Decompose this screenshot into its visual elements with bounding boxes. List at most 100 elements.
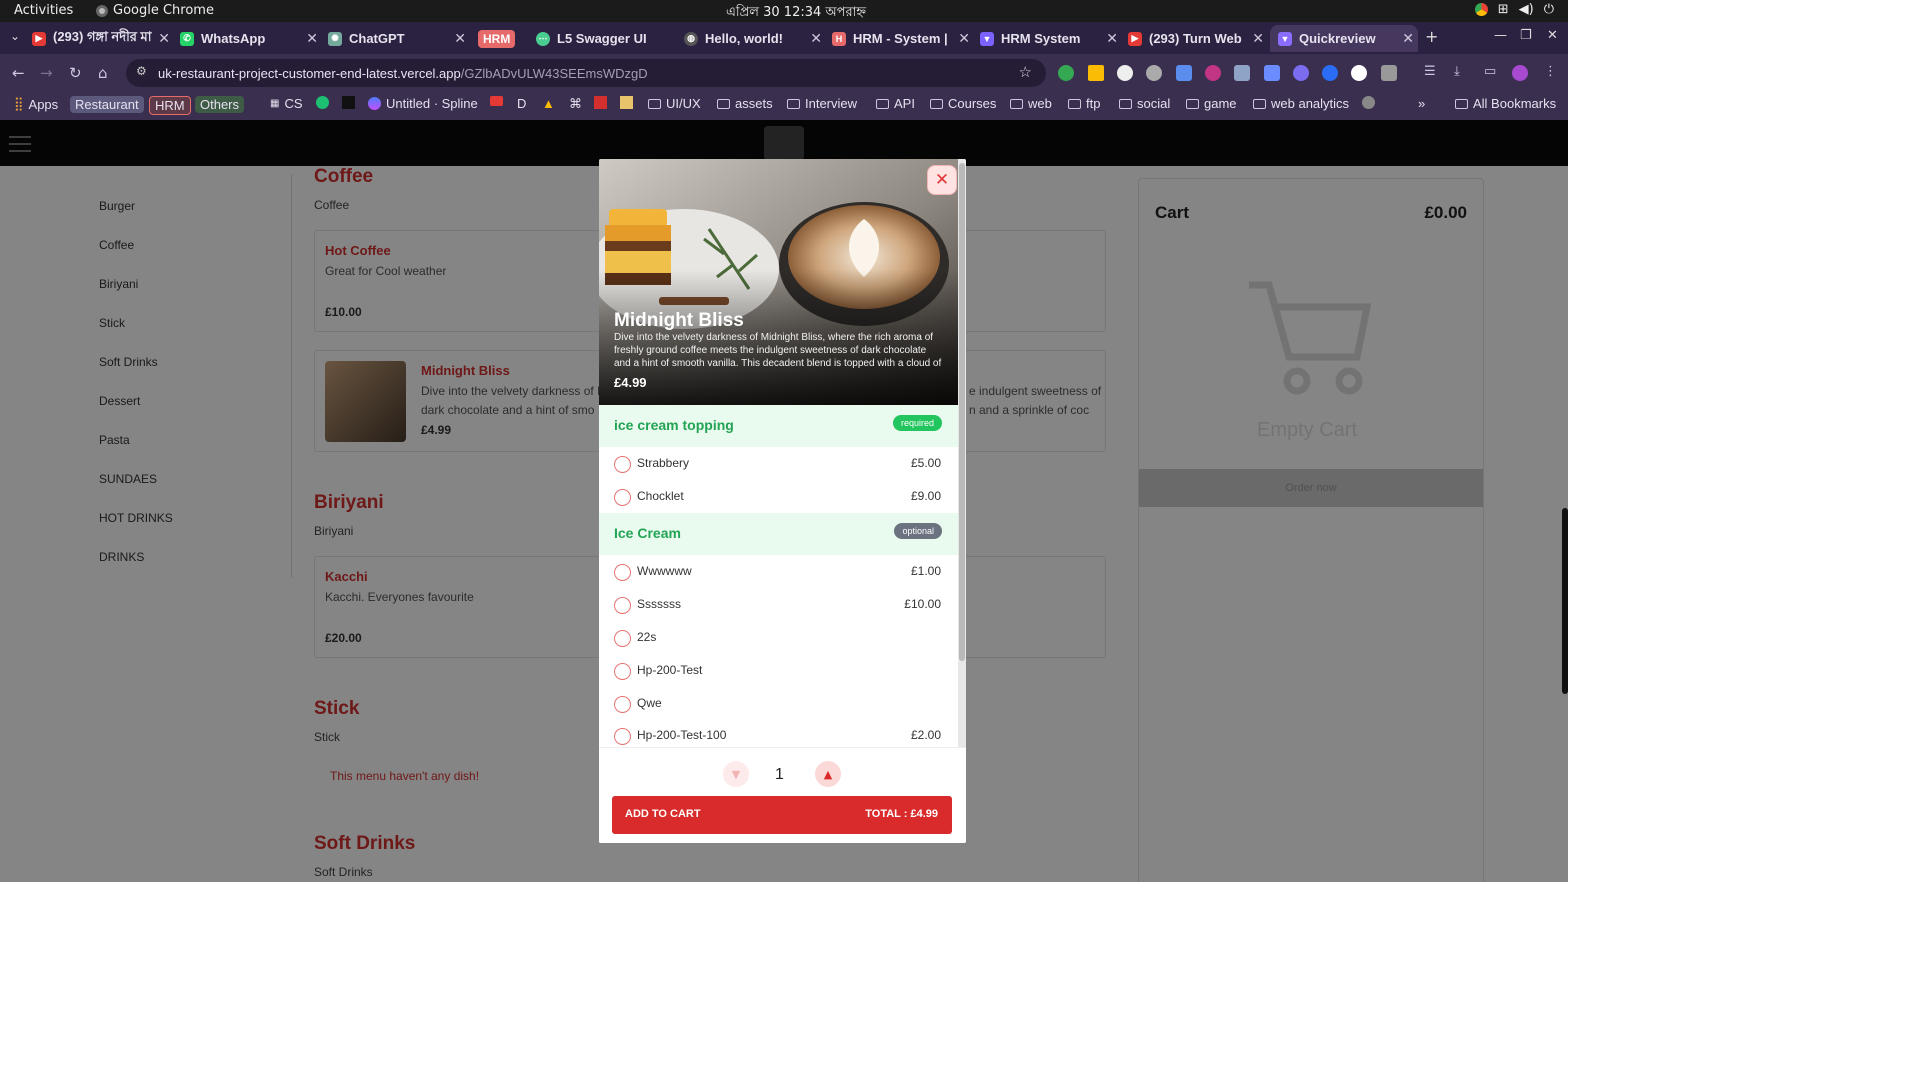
option-chocklet[interactable]: Chocklet £9.00: [599, 480, 958, 513]
bookmark-apps[interactable]: ⣿ Apps: [14, 96, 58, 112]
new-tab-button[interactable]: +: [1425, 27, 1438, 46]
bookmark-img[interactable]: [620, 96, 633, 109]
site-info-icon[interactable]: ⚙: [136, 64, 147, 78]
maximize-button[interactable]: ❐: [1520, 28, 1532, 43]
app-menu[interactable]: Google Chrome: [96, 3, 214, 18]
bookmark-d[interactable]: D: [517, 96, 526, 111]
bookmark-cs[interactable]: ▦ CS: [270, 96, 303, 111]
radio-button[interactable]: [614, 597, 631, 614]
tab-hrm-system-1[interactable]: H HRM - System | ✕: [832, 25, 974, 52]
bookmark-framer[interactable]: ⌘: [569, 96, 582, 112]
radio-button[interactable]: [614, 663, 631, 680]
tab-chatgpt[interactable]: ✺ ChatGPT ✕: [328, 25, 470, 52]
grammarly-icon[interactable]: [1058, 65, 1074, 81]
bookmark-drive[interactable]: ▲: [542, 96, 555, 111]
bookmark-star-icon[interactable]: ☆: [1019, 63, 1032, 81]
activities-button[interactable]: Activities: [14, 3, 73, 18]
close-icon[interactable]: ✕: [158, 30, 170, 47]
tab-hrm-system-2[interactable]: ▼ HRM System ✕: [980, 25, 1122, 52]
bookmark-spline[interactable]: Untitled · Spline: [368, 96, 478, 111]
option-22s[interactable]: 22s: [599, 621, 958, 654]
more-bookmarks-button[interactable]: »: [1418, 96, 1425, 111]
tab-hello-world[interactable]: ◍ Hello, world! ✕: [684, 25, 826, 52]
folder-interview[interactable]: Interview: [787, 96, 857, 111]
close-modal-button[interactable]: ✕: [927, 165, 957, 195]
extension-icon[interactable]: [1293, 65, 1309, 81]
extension-icon[interactable]: [1088, 65, 1104, 81]
close-icon[interactable]: ✕: [1252, 30, 1264, 47]
puzzle-icon[interactable]: [1381, 65, 1397, 81]
bookmark-red[interactable]: [594, 96, 607, 109]
extension-icon[interactable]: [1176, 65, 1192, 81]
option-hp-200-test[interactable]: Hp-200-Test: [599, 654, 958, 687]
tab-hrm-group[interactable]: HRM: [478, 25, 534, 52]
tab-search-icon[interactable]: ⌄: [10, 29, 20, 43]
tab-swagger[interactable]: ⋯ L5 Swagger UI: [536, 25, 678, 52]
bookmark-github[interactable]: [1362, 96, 1375, 109]
folder-web[interactable]: web: [1010, 96, 1052, 111]
increase-quantity-button[interactable]: ▲: [815, 761, 841, 787]
all-bookmarks[interactable]: All Bookmarks: [1455, 96, 1556, 111]
bookmark-others[interactable]: Others: [195, 96, 245, 113]
folder-game[interactable]: game: [1186, 96, 1237, 111]
folder-ftp[interactable]: ftp: [1068, 96, 1100, 111]
folder-uiux[interactable]: UI/UX: [648, 96, 701, 111]
clock[interactable]: এপ্রিল 30 12:34 অপরাহ্ন: [726, 3, 866, 24]
option-price: £9.00: [910, 489, 941, 503]
radio-button[interactable]: [614, 630, 631, 647]
menu-icon[interactable]: ⋮: [1544, 64, 1557, 79]
system-tray[interactable]: ⊞ ◀) ⏻: [1474, 2, 1554, 17]
shield-icon[interactable]: [1322, 65, 1338, 81]
tab-youtube-1[interactable]: ▶ (293) গঙ্গা নদীর মা ✕: [32, 25, 174, 52]
folder-api[interactable]: API: [876, 96, 915, 111]
bookmark-youtube[interactable]: [490, 96, 503, 106]
extension-icon[interactable]: [1234, 65, 1250, 81]
radio-button[interactable]: [614, 564, 631, 581]
home-button[interactable]: ⌂: [98, 64, 108, 82]
extension-icon[interactable]: [1146, 65, 1162, 81]
minimize-button[interactable]: —: [1494, 28, 1507, 43]
folder-courses[interactable]: Courses: [930, 96, 996, 111]
extension-icon[interactable]: [1117, 65, 1133, 81]
modal-scrollbar-thumb[interactable]: [959, 163, 965, 661]
option-strabbery[interactable]: Strabbery £5.00: [599, 447, 958, 480]
radio-button[interactable]: [614, 489, 631, 506]
close-icon[interactable]: ✕: [306, 30, 318, 47]
url-bar[interactable]: ⚙ uk-restaurant-project-customer-end-lat…: [126, 59, 1046, 87]
extension-icon[interactable]: [1205, 65, 1221, 81]
tab-youtube-2[interactable]: ▶ (293) Turn Web ✕: [1128, 25, 1268, 52]
close-icon[interactable]: ✕: [958, 30, 970, 47]
close-window-button[interactable]: ✕: [1547, 28, 1558, 43]
radio-button[interactable]: [614, 696, 631, 713]
extension-icon[interactable]: [1264, 65, 1280, 81]
folder-social[interactable]: social: [1119, 96, 1170, 111]
option-wwwwww[interactable]: Wwwwww £1.00: [599, 555, 958, 588]
back-button[interactable]: ←: [12, 64, 25, 82]
close-icon[interactable]: ✕: [454, 30, 466, 47]
close-icon[interactable]: ✕: [810, 30, 822, 47]
forward-button[interactable]: →: [40, 64, 53, 82]
reading-list-icon[interactable]: ☰: [1424, 64, 1436, 79]
side-panel-icon[interactable]: ▭: [1484, 64, 1496, 79]
tab-whatsapp[interactable]: ✆ WhatsApp ✕: [180, 25, 322, 52]
option-sssssss[interactable]: Sssssss £10.00: [599, 588, 958, 621]
extension-icon[interactable]: [1351, 65, 1367, 81]
radio-button[interactable]: [614, 728, 631, 745]
bookmark-hrm[interactable]: HRM: [149, 96, 191, 115]
close-icon[interactable]: ✕: [1106, 30, 1118, 47]
folder-web-analytics[interactable]: web analytics: [1253, 96, 1349, 111]
radio-button[interactable]: [614, 456, 631, 473]
tab-quickreview[interactable]: ▼ Quickreview ✕: [1270, 25, 1418, 52]
download-icon[interactable]: ⤓: [1454, 64, 1460, 79]
reload-button[interactable]: ↻: [69, 64, 82, 82]
decrease-quantity-button[interactable]: ▼: [723, 761, 749, 787]
bookmark-icon-2[interactable]: [342, 96, 355, 109]
add-to-cart-button[interactable]: ADD TO CART TOTAL : £4.99: [612, 796, 952, 834]
folder-assets[interactable]: assets: [717, 96, 773, 111]
option-qwe[interactable]: Qwe: [599, 687, 958, 720]
bookmark-icon-1[interactable]: [316, 96, 329, 109]
page-scrollbar[interactable]: [1562, 508, 1568, 694]
close-icon[interactable]: ✕: [1402, 30, 1414, 47]
avatar[interactable]: [1512, 65, 1528, 81]
bookmark-restaurant[interactable]: Restaurant: [70, 96, 144, 113]
